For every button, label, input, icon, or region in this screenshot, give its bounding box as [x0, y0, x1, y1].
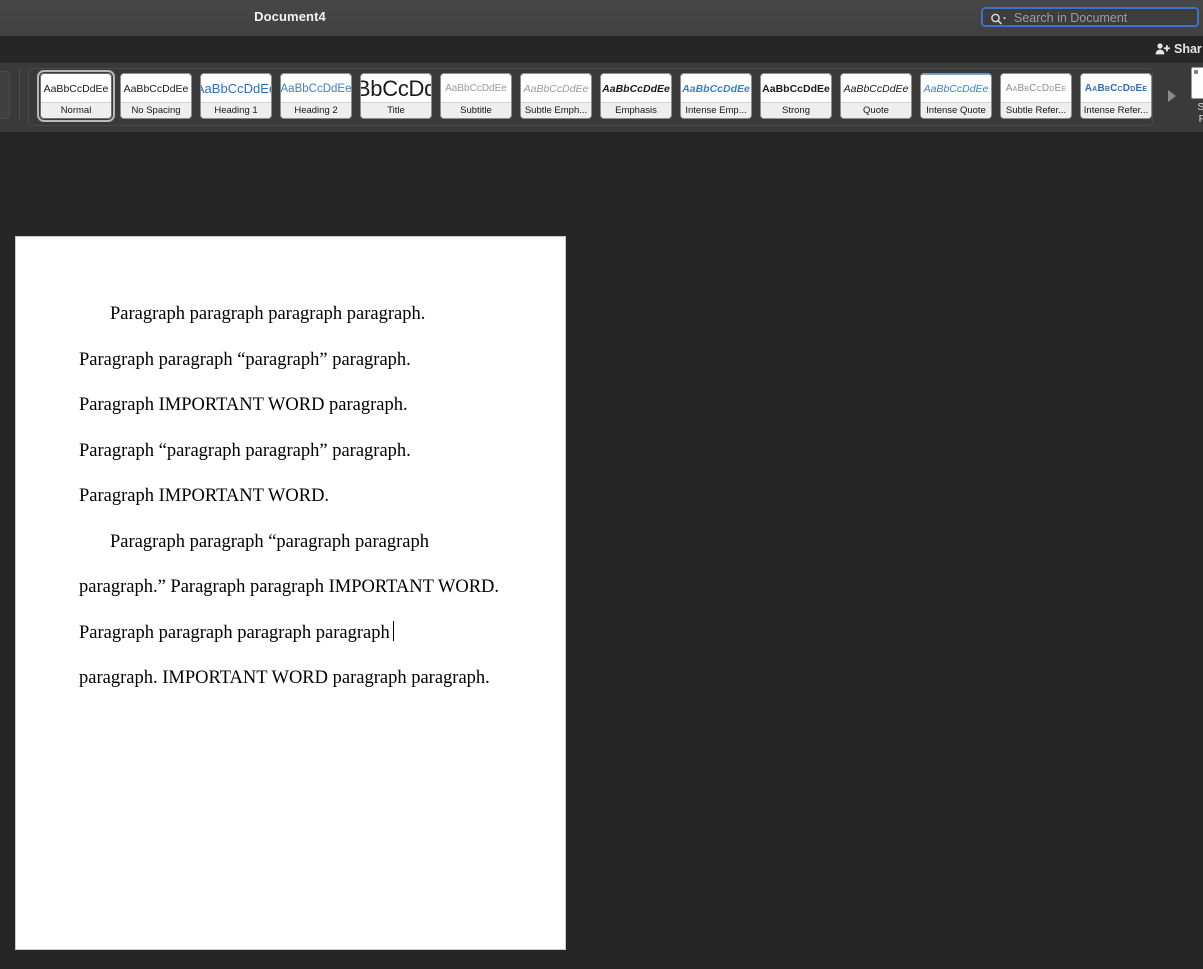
ribbon-divider: [19, 69, 20, 121]
style-tile-subtle-emph[interactable]: AaBbCcDdEe Subtle Emph...: [520, 73, 592, 119]
style-tile-preview: AaBbCcDdEe: [921, 74, 991, 103]
chevron-right-icon[interactable]: [1168, 90, 1176, 102]
paragraph-text: Paragraph IMPORTANT WORD paragraph.: [79, 395, 408, 415]
document-paragraph[interactable]: Paragraph IMPORTANT WORD.: [79, 474, 509, 520]
style-tile-heading-1[interactable]: AaBbCcDdEe Heading 1: [200, 73, 272, 119]
styles-pane-button[interactable]: Sty Pa: [1188, 67, 1203, 125]
document-paragraph[interactable]: Paragraph IMPORTANT WORD paragraph.: [79, 383, 509, 429]
document-page[interactable]: Paragraph paragraph paragraph paragraph.…: [15, 236, 566, 950]
style-tile-label: Intense Refer...: [1081, 102, 1151, 118]
paragraph-text: Paragraph IMPORTANT WORD.: [79, 486, 330, 506]
style-tile-label: Quote: [841, 102, 911, 118]
style-tile-strong[interactable]: AaBbCcDdEe Strong: [760, 73, 832, 119]
style-tile-label: Subtle Emph...: [521, 102, 591, 118]
document-canvas[interactable]: Paragraph paragraph paragraph paragraph.…: [0, 132, 1203, 969]
document-paragraph[interactable]: Paragraph “paragraph paragraph” paragrap…: [79, 429, 509, 475]
document-paragraph[interactable]: paragraph. IMPORTANT WORD paragraph para…: [79, 656, 509, 702]
person-add-icon: [1155, 42, 1170, 56]
paragraph-text: Paragraph “paragraph paragraph” paragrap…: [79, 440, 411, 461]
style-tile-preview: AaBbCcDdEe: [281, 82, 351, 95]
document-paragraph[interactable]: Paragraph paragraph “paragraph paragraph…: [79, 520, 509, 657]
document-paragraph[interactable]: Paragraph paragraph “paragraph” paragrap…: [79, 338, 509, 384]
style-tile-subtle-refer[interactable]: AaBbCcDdEe Subtle Refer...: [1000, 73, 1072, 119]
style-tile-label: Heading 2: [281, 102, 351, 118]
style-tile-preview: AaBbCcDdEe: [361, 75, 431, 101]
style-tile-label: Intense Emp...: [681, 102, 751, 118]
style-tile-intense-quote[interactable]: AaBbCcDdEe Intense Quote: [920, 73, 992, 119]
style-tile-label: Title: [361, 102, 431, 118]
page-title: Document4: [254, 9, 326, 24]
paragraph-text: paragraph. IMPORTANT WORD paragraph para…: [79, 668, 490, 688]
style-tile-label: Subtle Refer...: [1001, 102, 1071, 118]
style-tile-no-spacing[interactable]: AaBbCcDdEe No Spacing: [120, 73, 192, 119]
style-tile-preview: AaBbCcDdEe: [43, 82, 109, 95]
style-tile-preview: AaBbCcDdEe: [762, 82, 830, 95]
style-tile-intense-emp[interactable]: AaBbCcDdEe Intense Emp...: [680, 73, 752, 119]
ribbon-styles-bar: AaBbCcDdEeNormalAaBbCcDdEeNo SpacingAaBb…: [0, 62, 1203, 133]
style-tile-heading-2[interactable]: AaBbCcDdEe Heading 2: [280, 73, 352, 119]
ribbon-left-control[interactable]: [0, 71, 10, 119]
style-tile-label: Subtitle: [441, 102, 511, 118]
style-tile-preview: AaBbCcDdEe: [843, 82, 909, 95]
style-tile-intense-refer[interactable]: AaBbCcDdEe Intense Refer...: [1080, 73, 1152, 119]
styles-gallery: AaBbCcDdEeNormalAaBbCcDdEeNo SpacingAaBb…: [28, 68, 1153, 126]
styles-pane-label-line2: Pa: [1198, 113, 1203, 125]
style-tile-normal[interactable]: AaBbCcDdEe Normal: [37, 70, 115, 122]
style-tile-title[interactable]: AaBbCcDdEeTitle: [360, 73, 432, 119]
search-icon[interactable]: [990, 13, 1012, 25]
style-tile-label: No Spacing: [121, 102, 191, 118]
style-tile-quote[interactable]: AaBbCcDdEe Quote: [840, 73, 912, 119]
paragraph-text: Paragraph paragraph paragraph paragraph.: [110, 304, 426, 324]
style-tile-label: Strong: [761, 102, 831, 118]
title-bar: Document4: [0, 0, 1203, 36]
style-tile-preview: AaBbCcDdEe: [1084, 83, 1148, 94]
paragraph-text: Paragraph paragraph “paragraph” paragrap…: [79, 349, 411, 370]
search-input[interactable]: [1014, 10, 1194, 25]
style-tile-label: Heading 1: [201, 102, 271, 118]
text-cursor: [392, 620, 394, 641]
styles-pane-icon: [1191, 67, 1203, 99]
style-tile-subtitle[interactable]: AaBbCcDdEe Subtitle: [440, 73, 512, 119]
share-button-label: Shar: [1174, 42, 1202, 56]
style-tile-label: Normal: [41, 102, 111, 118]
style-tile-preview: AaBbCcDdEe: [201, 81, 271, 96]
styles-pane-label-line1: Sty: [1197, 101, 1203, 113]
style-tile-label: Intense Quote: [921, 102, 991, 118]
style-tile-emphasis[interactable]: AaBbCcDdEe Emphasis: [600, 73, 672, 119]
search-field[interactable]: [981, 7, 1199, 27]
share-button[interactable]: Shar: [1155, 40, 1203, 58]
document-text-area[interactable]: Paragraph paragraph paragraph paragraph.…: [79, 292, 509, 702]
style-tile-preview: AaBbCcDdEe: [1005, 83, 1067, 94]
style-tile-preview: AaBbCcDdEe: [602, 82, 670, 95]
style-tile-preview: AaBbCcDdEe: [123, 82, 189, 95]
style-tile-label: Emphasis: [601, 102, 671, 118]
paragraph-text: Paragraph paragraph “paragraph paragraph…: [79, 531, 500, 643]
style-tile-preview: AaBbCcDdEe: [523, 82, 589, 95]
styles-gallery-strip: AaBbCcDdEeNormalAaBbCcDdEeNo SpacingAaBb…: [37, 70, 1160, 123]
style-tile-preview: AaBbCcDdEe: [682, 82, 750, 95]
style-tile-preview: AaBbCcDdEe: [445, 83, 507, 94]
document-paragraph[interactable]: Paragraph paragraph paragraph paragraph.: [79, 292, 509, 338]
